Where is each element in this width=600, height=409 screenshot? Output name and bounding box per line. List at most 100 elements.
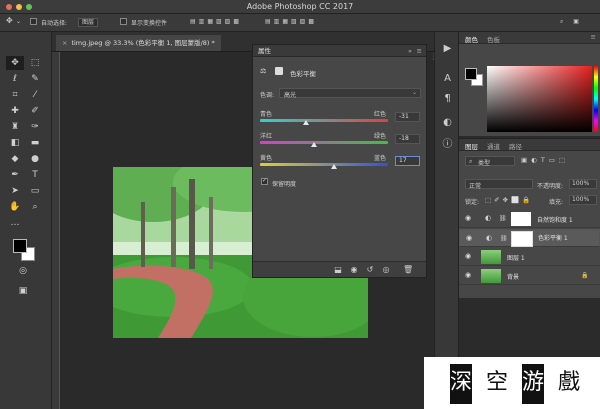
lock-icons[interactable]: ⬚✐✥⬜🔒 xyxy=(485,196,533,204)
dodge-tool-icon[interactable]: ● xyxy=(26,152,44,166)
layer-row[interactable]: ◉ 图层 1 xyxy=(459,248,600,266)
path-select-tool-icon[interactable]: ➤ xyxy=(6,184,24,198)
close-tab-icon[interactable]: × xyxy=(62,39,67,47)
tab-channels[interactable]: 通道 xyxy=(487,141,500,151)
move-tool-icon[interactable]: ✥ xyxy=(6,16,13,25)
tools-panel: ✥ ⬚ ℓ ✎ ⌗ ⁄ ✚ ✐ ♜ ✑ ◧ ▬ ◆ ● ✒ T ➤ ▭ ✋ ⌕ … xyxy=(0,32,52,409)
adjustment-layer-icon: ◐ xyxy=(486,234,493,242)
cyan-red-slider-thumb[interactable] xyxy=(303,120,310,125)
hue-slider[interactable] xyxy=(594,66,598,132)
quick-select-tool-icon[interactable]: ✎ xyxy=(26,72,44,86)
clip-to-layer-icon[interactable]: ⬓ xyxy=(333,265,343,275)
mask-icon[interactable] xyxy=(275,67,283,75)
brush-tool-icon[interactable]: ✐ xyxy=(26,104,44,118)
layer-row[interactable]: ◉ ◐ ⛓ 色彩平衡 1 xyxy=(459,229,600,247)
view-previous-icon[interactable]: ◉ xyxy=(349,265,359,275)
tab-swatches[interactable]: 色板 xyxy=(487,34,500,44)
auto-select-dropdown[interactable]: 图层 xyxy=(78,18,99,27)
magenta-green-track[interactable] xyxy=(260,141,388,144)
type-tool-icon[interactable]: T xyxy=(26,168,44,182)
history-brush-tool-icon[interactable]: ✑ xyxy=(26,120,44,134)
pen-tool-icon[interactable]: ✒ xyxy=(6,168,24,182)
stamp-tool-icon[interactable]: ♜ xyxy=(6,120,24,134)
blur-tool-icon[interactable]: ◆ xyxy=(6,152,24,166)
eyedropper-tool-icon[interactable]: ⁄ xyxy=(26,88,44,102)
cyan-red-track[interactable] xyxy=(260,119,388,122)
align-icons[interactable]: ▤▥▦▧▨▩ xyxy=(190,18,242,25)
visibility-eye-icon[interactable]: ◉ xyxy=(465,214,471,222)
chain-link-icon[interactable]: ⛓ xyxy=(499,215,507,222)
visibility-eye-icon[interactable]: ◉ xyxy=(466,234,472,242)
crop-tool-icon[interactable]: ⌗ xyxy=(6,88,24,102)
magenta-green-value-input[interactable]: -18 xyxy=(395,134,420,144)
yellow-blue-track[interactable] xyxy=(260,163,388,166)
info-panel-icon[interactable]: ⓘ xyxy=(441,138,454,151)
delete-icon[interactable]: 🗑 xyxy=(403,265,413,275)
chain-link-icon[interactable]: ⛓ xyxy=(500,235,508,243)
layer-mask-thumbnail[interactable] xyxy=(511,231,533,247)
foreground-color-chip[interactable] xyxy=(465,68,477,80)
cyan-red-value-input[interactable]: -31 xyxy=(395,112,420,122)
distribute-icons[interactable]: ▤▥▦▧▨▩ xyxy=(265,18,317,25)
blend-mode-dropdown[interactable]: 正常 xyxy=(465,179,533,190)
watermark-char: 空 xyxy=(486,370,509,395)
document-tab[interactable]: × timg.jpeg @ 33.3% (色彩平衡 1, 图层蒙版/8) * xyxy=(56,35,221,51)
layer-filter-icons[interactable]: ▣◐T▭⬚ xyxy=(521,156,569,164)
yellow-blue-slider-thumb[interactable] xyxy=(331,164,338,169)
eraser-tool-icon[interactable]: ◧ xyxy=(6,136,24,150)
zoom-tool-icon[interactable]: ⌕ xyxy=(26,200,44,214)
vertical-ruler xyxy=(52,52,60,409)
yellow-blue-value-input[interactable]: 17 xyxy=(395,156,420,166)
visibility-eye-icon[interactable]: ◉ xyxy=(465,252,471,260)
paragraph-panel-icon[interactable]: ¶ xyxy=(441,92,454,105)
collapse-panel-icon[interactable]: » xyxy=(408,47,412,55)
foreground-color-swatch-top[interactable] xyxy=(13,239,27,253)
layer-row[interactable]: ◉ ◐ ⛓ 自然饱和度 1 xyxy=(459,210,600,228)
hand-tool-icon[interactable]: ✋ xyxy=(6,200,24,214)
screen-mode-icon[interactable]: ▣ xyxy=(14,284,32,298)
panel-menu-icon[interactable]: ≡ xyxy=(591,33,596,41)
blend-mode-value: 正常 xyxy=(469,183,482,190)
layer-name: 色彩平衡 1 xyxy=(538,235,568,242)
fill-label: 填充: xyxy=(549,199,564,206)
move-tool-icon[interactable]: ✥ xyxy=(6,56,24,70)
watermark-logo: 深 空 游 戲 xyxy=(424,357,600,409)
properties-panel: 属性 » ≡ ⚖ 色彩平衡 色调: 高光 ⌄ 青色 红色 -31 洋红 绿色 -… xyxy=(252,44,427,278)
healing-tool-icon[interactable]: ✚ xyxy=(6,104,24,118)
more-tools-icon[interactable]: … xyxy=(6,216,24,230)
opacity-input[interactable]: 100% xyxy=(569,179,597,189)
lasso-tool-icon[interactable]: ℓ xyxy=(6,72,24,86)
character-panel-icon[interactable]: A xyxy=(441,72,454,85)
chevron-down-icon: ⌄ xyxy=(411,89,417,96)
shape-tool-icon[interactable]: ▭ xyxy=(26,184,44,198)
history-panel-icon[interactable]: ▶ xyxy=(441,42,454,55)
layer-filter-dropdown[interactable]: ⌕ 类型 xyxy=(465,156,515,167)
app-title: Adobe Photoshop CC 2017 xyxy=(246,2,354,11)
visibility-eye-icon[interactable]: ◉ xyxy=(465,271,471,279)
auto-select-checkbox[interactable] xyxy=(30,18,39,25)
tab-color[interactable]: 颜色 xyxy=(465,34,478,44)
tool-preset-chevron-icon[interactable]: ⌄ xyxy=(16,18,21,25)
preserve-luminosity-checkbox[interactable] xyxy=(261,178,270,185)
visibility-eye-icon[interactable]: ◎ xyxy=(381,265,391,275)
quick-mask-icon[interactable]: ◎ xyxy=(14,264,32,278)
gradient-tool-icon[interactable]: ▬ xyxy=(26,136,44,150)
layer-mask-thumbnail[interactable] xyxy=(511,212,531,226)
tab-layers[interactable]: 图层 xyxy=(465,141,478,151)
color-panel: 颜色 色板 ≡ xyxy=(459,32,600,136)
magenta-green-slider-thumb[interactable] xyxy=(310,142,317,147)
reset-icon[interactable]: ↺ xyxy=(365,265,375,275)
fill-input[interactable]: 100% xyxy=(569,195,597,205)
layer-thumbnail[interactable] xyxy=(481,269,501,283)
layer-thumbnail[interactable] xyxy=(481,250,501,264)
properties-tab[interactable]: 属性 xyxy=(253,45,426,57)
tab-paths[interactable]: 路径 xyxy=(509,141,522,151)
panel-menu-icon[interactable]: ≡ xyxy=(417,47,422,55)
marquee-tool-icon[interactable]: ⬚ xyxy=(26,56,44,70)
tone-dropdown[interactable]: 高光 ⌄ xyxy=(279,88,421,99)
search-icon[interactable]: ⌕ ▣ xyxy=(560,18,583,26)
show-transform-checkbox[interactable] xyxy=(120,18,129,25)
layer-row[interactable]: ◉ 背景 🔒 xyxy=(459,267,600,285)
adjustments-panel-icon[interactable]: ◐ xyxy=(441,116,454,129)
color-spectrum[interactable] xyxy=(487,66,592,132)
